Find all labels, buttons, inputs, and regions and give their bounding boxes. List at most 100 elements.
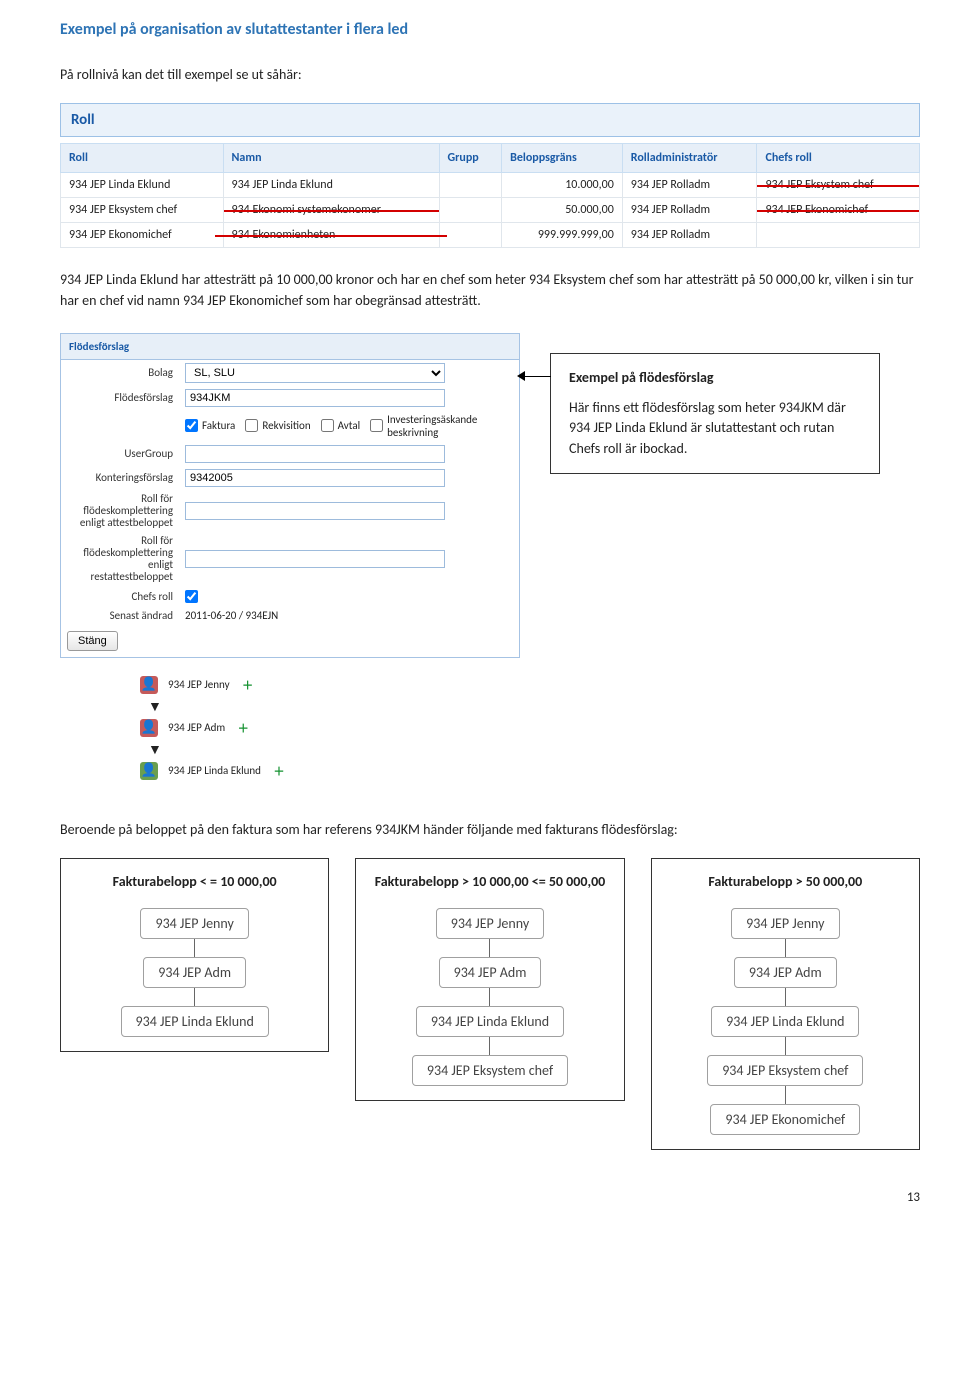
table-row[interactable]: 934 JEP Linda Eklund 934 JEP Linda Eklun… [61, 173, 920, 198]
flow-column: Fakturabelopp > 10 000,00 <= 50 000,00 93… [355, 858, 624, 1101]
cell: 934 JEP Eksystem chef [757, 173, 920, 198]
flow-node: 934 JEP Adm [734, 957, 837, 988]
col-belopp[interactable]: Beloppsgräns [502, 144, 623, 173]
connector-line [785, 939, 786, 957]
connector-line [489, 1037, 490, 1055]
flodesforslag-label: Flödesförslag [69, 391, 179, 404]
paragraph-3: Beroende på beloppet på den faktura som … [60, 820, 920, 840]
callout-title: Exempel på flödesförslag [569, 368, 861, 388]
table-row[interactable]: 934 JEP Ekonomichef 934 Ekonomienheten 9… [61, 223, 920, 248]
flodesforslag-panel: Flödesförslag Bolag SL, SLU Flödesförsla… [60, 333, 520, 658]
cell: 934 JEP Eksystem chef [61, 198, 224, 223]
flow-step[interactable]: 👤 934 JEP Jenny ＋ [140, 676, 920, 694]
col-chefs-roll[interactable]: Chefs roll [757, 144, 920, 173]
flow-step-label: 934 JEP Adm [168, 721, 225, 734]
page-heading: Exempel på organisation av slutattestant… [60, 20, 920, 39]
usergroup-label: UserGroup [69, 447, 179, 460]
stang-button[interactable]: Stäng [67, 631, 118, 651]
kontering-input[interactable] [185, 469, 445, 487]
roll-table: Roll Namn Grupp Beloppsgräns Rolladminis… [60, 143, 920, 248]
add-user-icon[interactable]: ＋ [271, 763, 287, 779]
flow-columns: Fakturabelopp < = 10 000,00 934 JEP Jenny… [60, 858, 920, 1150]
chefs-roll-label: Chefs roll [69, 590, 179, 603]
callout-arrow-icon [517, 371, 525, 381]
cell: 50.000,00 [502, 198, 623, 223]
bolag-select[interactable]: SL, SLU [185, 363, 445, 383]
connector-line [194, 939, 195, 957]
cell [439, 198, 502, 223]
flow-node: 934 JEP Jenny [731, 908, 839, 939]
column-header: Fakturabelopp > 10 000,00 <= 50 000,00 [375, 873, 606, 890]
cell: 934 JEP Rolladm [622, 223, 757, 248]
roll-panel-title: Roll [61, 104, 919, 136]
senast-andrad-value: 2011-06-20 / 934EJN [185, 609, 278, 622]
col-rolladmin[interactable]: Rolladministratör [622, 144, 757, 173]
flow-step-label: 934 JEP Linda Eklund [168, 764, 261, 777]
connector-line [785, 988, 786, 1006]
paragraph-2: 934 JEP Linda Eklund har attesträtt på 1… [60, 270, 920, 311]
intro-paragraph: På rollnivå kan det till exempel se ut s… [60, 65, 920, 85]
roll-attest-input[interactable] [185, 502, 445, 520]
flow-step-label: 934 JEP Jenny [168, 678, 230, 691]
cell: 934 JEP Ekonomichef [757, 198, 920, 223]
usergroup-input[interactable] [185, 445, 445, 463]
roll-attest-label: Roll för flödeskomplettering enligt atte… [69, 493, 179, 529]
connector-line [785, 1086, 786, 1104]
user-icon: 👤 [140, 762, 158, 780]
callout-box: Exempel på flödesförslag Här finns ett f… [550, 353, 880, 474]
flow-steps: 👤 934 JEP Jenny ＋ ▼ 👤 934 JEP Adm ＋ ▼ 👤 … [140, 676, 920, 780]
flodesforslag-title: Flödesförslag [61, 334, 519, 360]
user-icon: 👤 [140, 676, 158, 694]
connector-line [194, 988, 195, 1006]
cell [439, 173, 502, 198]
flow-step[interactable]: 👤 934 JEP Adm ＋ [140, 719, 920, 737]
flow-node: 934 JEP Linda Eklund [416, 1006, 564, 1037]
cell: 934 JEP Linda Eklund [223, 173, 439, 198]
cell: 999.999.999,00 [502, 223, 623, 248]
roll-restattest-input[interactable] [185, 550, 445, 568]
column-header: Fakturabelopp < = 10 000,00 [113, 873, 277, 890]
flow-node: 934 JEP Eksystem chef [707, 1055, 863, 1086]
flodesforslag-input[interactable] [185, 389, 445, 407]
chevron-down-icon: ▼ [148, 741, 920, 758]
col-grupp[interactable]: Grupp [439, 144, 502, 173]
invest-checkbox[interactable]: Investeringsäskande beskrivning [370, 413, 490, 439]
cell [757, 223, 920, 248]
flow-node: 934 JEP Ekonomichef [710, 1104, 860, 1135]
page-number: 13 [60, 1190, 920, 1205]
col-roll[interactable]: Roll [61, 144, 224, 173]
column-header: Fakturabelopp > 50 000,00 [708, 873, 862, 890]
senast-andrad-label: Senast ändrad [69, 609, 179, 622]
flow-node: 934 JEP Linda Eklund [121, 1006, 269, 1037]
add-user-icon[interactable]: ＋ [240, 677, 256, 693]
kontering-label: Konteringsförslag [69, 471, 179, 484]
roll-panel: Roll [60, 103, 920, 137]
flow-node: 934 JEP Adm [143, 957, 246, 988]
flow-node: 934 JEP Jenny [140, 908, 248, 939]
cell [439, 223, 502, 248]
add-user-icon[interactable]: ＋ [235, 720, 251, 736]
faktura-checkbox[interactable]: Faktura [185, 413, 235, 439]
cell: 934 Ekonomi systemekonomer [223, 198, 439, 223]
flow-column: Fakturabelopp < = 10 000,00 934 JEP Jenny… [60, 858, 329, 1052]
chevron-down-icon: ▼ [148, 698, 920, 715]
cell: 934 Ekonomienheten [223, 223, 439, 248]
user-icon: 👤 [140, 719, 158, 737]
col-namn[interactable]: Namn [223, 144, 439, 173]
connector-line [489, 988, 490, 1006]
chefs-roll-checkbox[interactable] [185, 590, 198, 603]
avtal-checkbox[interactable]: Avtal [321, 413, 361, 439]
bolag-label: Bolag [69, 366, 179, 379]
roll-restattest-label: Roll för flödeskomplettering enligt rest… [69, 535, 179, 583]
flow-node: 934 JEP Linda Eklund [711, 1006, 859, 1037]
flow-node: 934 JEP Adm [439, 957, 542, 988]
table-row[interactable]: 934 JEP Eksystem chef 934 Ekonomi system… [61, 198, 920, 223]
flow-node: 934 JEP Eksystem chef [412, 1055, 568, 1086]
cell: 934 JEP Ekonomichef [61, 223, 224, 248]
flow-step[interactable]: 👤 934 JEP Linda Eklund ＋ [140, 762, 920, 780]
rekvisition-checkbox[interactable]: Rekvisition [245, 413, 310, 439]
connector-line [785, 1037, 786, 1055]
flow-node: 934 JEP Jenny [436, 908, 544, 939]
flow-column: Fakturabelopp > 50 000,00 934 JEP Jenny 93… [651, 858, 920, 1150]
cell: 10.000,00 [502, 173, 623, 198]
